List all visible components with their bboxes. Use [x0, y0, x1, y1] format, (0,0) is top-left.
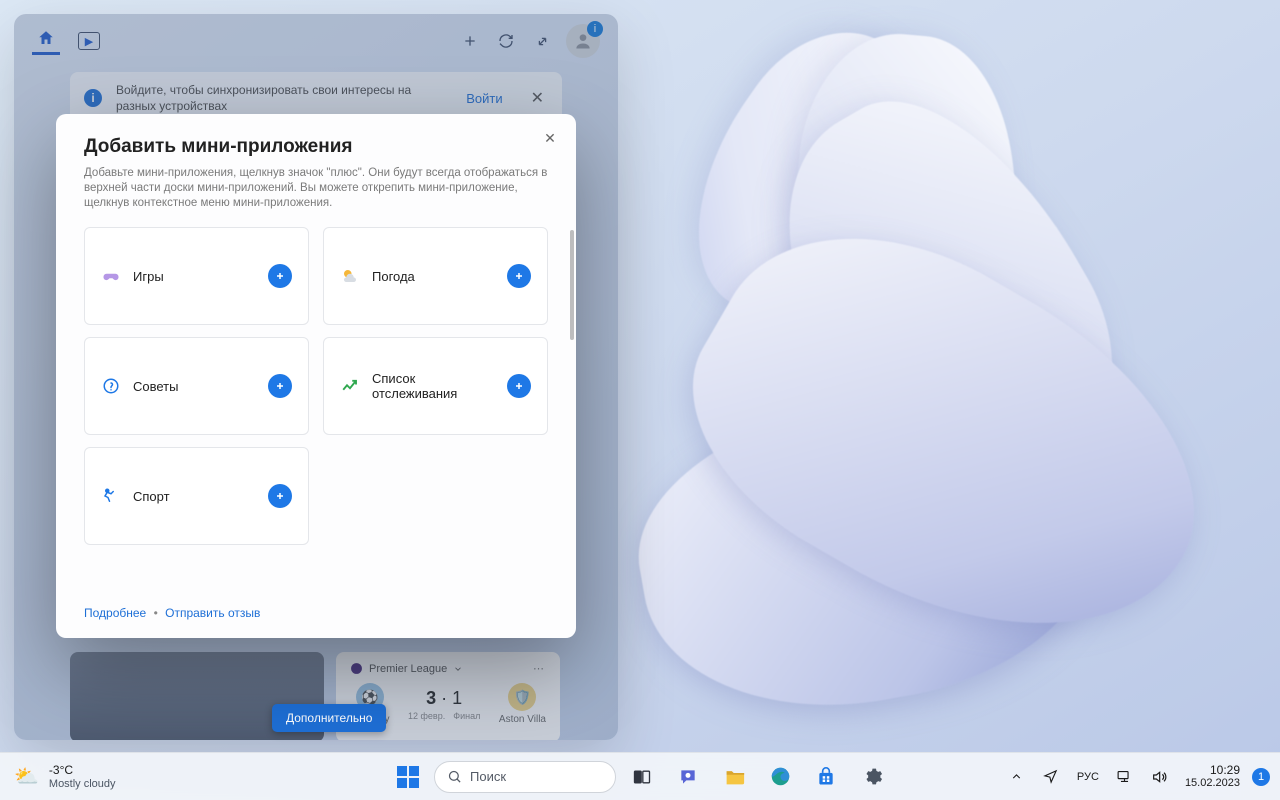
taskbar-search[interactable]: Поиск	[434, 761, 616, 793]
store-button[interactable]	[806, 757, 846, 797]
volume-tray-icon[interactable]	[1145, 757, 1173, 797]
watchlist-icon	[340, 376, 360, 396]
add-games-button[interactable]	[268, 264, 292, 288]
widget-card-tips: Советы	[84, 337, 309, 435]
taskbar: ⛅ -3°C Mostly cloudy Поиск	[0, 752, 1280, 800]
widget-card-games: Игры	[84, 227, 309, 325]
widget-grid: Игры Погода Советы Список отслеживания	[84, 227, 548, 545]
taskbar-weather[interactable]: ⛅ -3°C Mostly cloudy	[0, 763, 116, 791]
widget-label: Список отслеживания	[372, 371, 495, 401]
taskbar-right: РУС 10:29 15.02.2023 1	[1003, 757, 1280, 797]
weather-taskbar-icon: ⛅	[14, 764, 39, 789]
widget-label: Погода	[372, 269, 495, 284]
tray-overflow-button[interactable]	[1003, 757, 1031, 797]
dialog-description: Добавьте мини-приложения, щелкнув значок…	[84, 166, 548, 211]
chat-button[interactable]	[668, 757, 708, 797]
settings-button[interactable]	[852, 757, 892, 797]
file-explorer-button[interactable]	[714, 757, 754, 797]
language-indicator[interactable]: РУС	[1071, 771, 1105, 783]
edge-button[interactable]	[760, 757, 800, 797]
taskbar-temp: -3°C	[49, 763, 116, 777]
games-icon	[101, 266, 121, 286]
add-tips-button[interactable]	[268, 374, 292, 398]
location-tray-icon[interactable]	[1037, 757, 1065, 797]
dialog-footer: Подробнее • Отправить отзыв	[84, 592, 548, 620]
windows-logo-icon	[397, 766, 419, 788]
footer-separator: •	[154, 606, 158, 620]
search-icon	[447, 769, 462, 784]
clock-date: 15.02.2023	[1185, 777, 1240, 790]
network-tray-icon[interactable]	[1111, 757, 1139, 797]
add-weather-button[interactable]	[507, 264, 531, 288]
widget-label: Советы	[133, 379, 256, 394]
weather-icon	[340, 266, 360, 286]
widget-label: Игры	[133, 269, 256, 284]
add-sports-button[interactable]	[268, 484, 292, 508]
widget-card-watchlist: Список отслеживания	[323, 337, 548, 435]
feedback-link[interactable]: Отправить отзыв	[165, 606, 260, 620]
taskbar-clock[interactable]: 10:29 15.02.2023	[1179, 764, 1246, 790]
taskbar-condition: Mostly cloudy	[49, 777, 116, 791]
learn-more-link[interactable]: Подробнее	[84, 606, 146, 620]
widget-label: Спорт	[133, 489, 256, 504]
notification-badge[interactable]: 1	[1252, 768, 1270, 786]
tips-icon	[101, 376, 121, 396]
widget-card-sports: Спорт	[84, 447, 309, 545]
clock-time: 10:29	[1185, 764, 1240, 777]
add-widgets-dialog: ✕ Добавить мини-приложения Добавьте мини…	[56, 114, 576, 638]
dialog-title: Добавить мини-приложения	[84, 136, 548, 158]
dialog-close-button[interactable]: ✕	[538, 126, 562, 150]
start-button[interactable]	[388, 757, 428, 797]
widget-card-weather: Погода	[323, 227, 548, 325]
taskbar-center: Поиск	[388, 757, 892, 797]
search-placeholder: Поиск	[470, 769, 506, 784]
add-watchlist-button[interactable]	[507, 374, 531, 398]
task-view-button[interactable]	[622, 757, 662, 797]
sports-icon	[101, 486, 121, 506]
dialog-scrollbar[interactable]	[570, 230, 574, 340]
additional-button[interactable]: Дополнительно	[272, 704, 386, 732]
